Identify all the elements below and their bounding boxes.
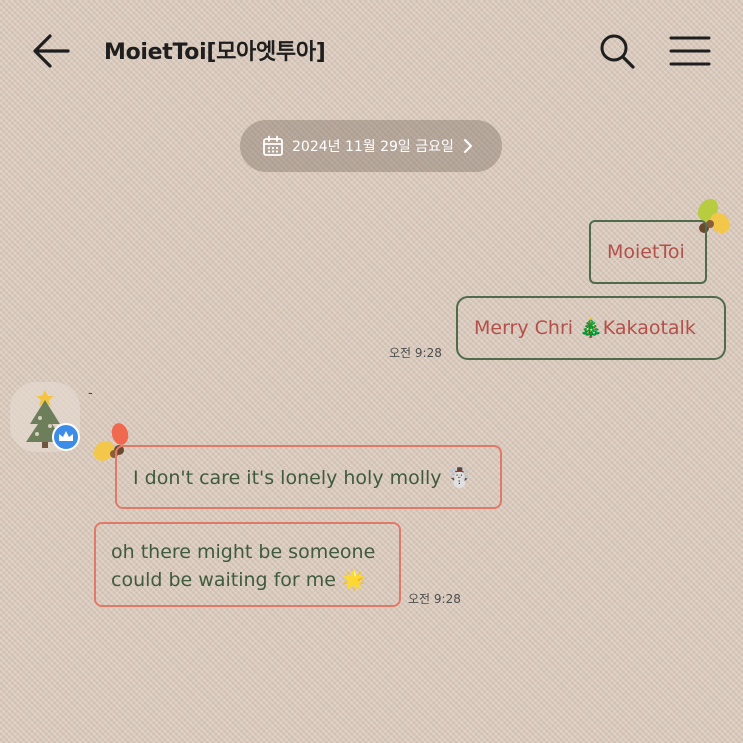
message-bubble-sent[interactable]: MoietToi — [589, 220, 707, 284]
message-text: I don't care it's lonely holy molly ☃️ — [133, 467, 472, 489]
calendar-icon — [263, 135, 283, 156]
chat-room-title: MoietToi[모아엣투아] — [104, 40, 326, 65]
search-button[interactable] — [596, 30, 638, 72]
message-bubble-sent[interactable]: Merry Chri 🎄Kakaotalk — [456, 296, 726, 360]
date-divider-text: 2024년 11월 29일 금요일 — [292, 139, 454, 155]
crown-icon — [59, 431, 73, 441]
message-bubble-received[interactable]: I don't care it's lonely holy molly ☃️ — [115, 445, 502, 509]
message-timestamp: 오전 9:28 — [408, 592, 461, 606]
message-text-line: could be waiting for me 🌟 — [111, 569, 366, 591]
date-divider[interactable]: 2024년 11월 29일 금요일 — [240, 120, 502, 172]
message-text-line: oh there might be someone — [111, 541, 376, 563]
hamburger-menu-icon — [669, 36, 711, 66]
back-button[interactable] — [28, 30, 74, 72]
chat-header: MoietToi[모아엣투아] — [0, 0, 743, 100]
message-text: MoietToi — [607, 241, 685, 263]
menu-button[interactable] — [668, 32, 712, 70]
arrow-left-icon — [33, 34, 70, 68]
sender-name: - — [88, 386, 93, 401]
message-bubble-received[interactable]: oh there might be someone could be waiti… — [94, 522, 401, 607]
chevron-right-icon — [463, 139, 472, 153]
search-icon — [600, 34, 635, 69]
message-text: Merry Chri 🎄Kakaotalk — [474, 317, 696, 339]
message-timestamp: 오전 9:28 — [389, 346, 442, 360]
host-badge — [52, 423, 80, 451]
